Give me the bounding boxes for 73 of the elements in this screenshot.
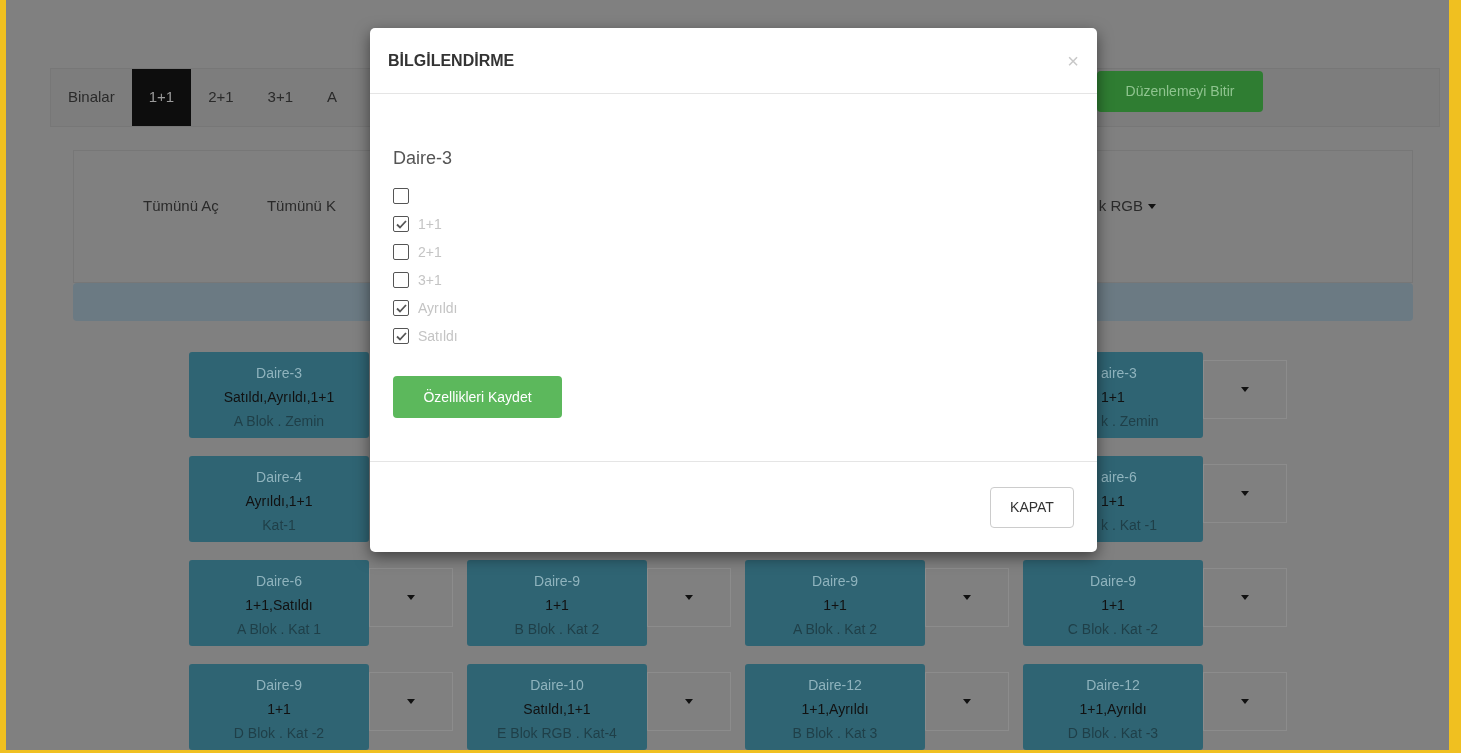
menu-button[interactable]	[925, 672, 1009, 731]
option-label: Ayrıldı	[418, 298, 458, 318]
check-icon	[395, 331, 407, 341]
apartment-title: Daire-10	[530, 676, 584, 695]
apartment-title: Daire-3	[256, 364, 302, 383]
apartment-features: 1+1	[267, 700, 291, 719]
apartment-features: Satıldı,1+1	[523, 700, 591, 719]
checkbox[interactable]	[393, 244, 409, 260]
apartment-title: Daire-9	[256, 676, 302, 695]
apartment-features: 1+1	[545, 596, 569, 615]
menu-button[interactable]	[369, 672, 453, 731]
menu-button[interactable]	[1203, 672, 1287, 731]
apartment-features: Ayrıldı,1+1	[245, 492, 313, 511]
caret-icon	[685, 595, 693, 600]
menu-button[interactable]	[925, 568, 1009, 627]
apartment-features: 1+1,Ayrıldı	[1079, 700, 1147, 719]
caret-icon	[1148, 203, 1156, 209]
caret-icon	[1241, 387, 1249, 392]
nav-tab[interactable]: 2+1	[191, 69, 251, 126]
caret-icon	[685, 699, 693, 704]
checkbox[interactable]	[393, 328, 409, 344]
apartment-features: 1+1,Ayrıldı	[801, 700, 869, 719]
apartment-title: Daire-9	[534, 572, 580, 591]
checkbox[interactable]	[393, 216, 409, 232]
menu-button[interactable]	[647, 672, 731, 731]
apartment-title: Daire-12	[1086, 676, 1140, 695]
option-label: 2+1	[418, 242, 442, 262]
caret-icon	[1241, 595, 1249, 600]
apartment-features: 1+1	[1101, 388, 1125, 407]
check-icon	[395, 219, 407, 229]
apartment-features: Satıldı,Ayrıldı,1+1	[223, 388, 335, 407]
toggle-link[interactable]: Tümünü Aç	[143, 195, 219, 218]
menu-button[interactable]	[1203, 568, 1287, 627]
finish-editing-button[interactable]: Düzenlemeyi Bitir	[1097, 70, 1263, 112]
close-button[interactable]: ×	[1067, 50, 1079, 71]
caret-icon	[1241, 699, 1249, 704]
modal-title: BİLGİLENDİRME	[388, 50, 515, 71]
apartment-features: 1+1,Satıldı	[245, 596, 313, 615]
toggle-link[interactable]: Tümünü K	[266, 195, 337, 218]
menu-button[interactable]	[1203, 464, 1287, 523]
nav-tab[interactable]: 1+1	[131, 69, 192, 126]
nav-tab[interactable]: 3+1	[250, 69, 311, 126]
option-label: 1+1	[418, 214, 442, 234]
menu-button[interactable]	[1203, 360, 1287, 419]
apartment-features: 1+1	[1101, 492, 1125, 511]
close-modal-button[interactable]: KAPAT	[990, 486, 1074, 528]
menu-button[interactable]	[369, 568, 453, 627]
apartment-title: Daire-6	[256, 572, 302, 591]
caret-icon	[963, 595, 971, 600]
apartment-title: aire-3	[1101, 364, 1137, 383]
option-label: Satıldı	[418, 326, 458, 346]
check-icon	[395, 303, 407, 313]
apartment-title: Daire-9	[1090, 572, 1136, 591]
checkbox[interactable]	[393, 300, 409, 316]
apartment-title: Daire-4	[256, 468, 302, 487]
caret-icon	[963, 699, 971, 704]
checkbox[interactable]	[393, 272, 409, 288]
nav-tab[interactable]: A	[310, 69, 355, 126]
nav-tab[interactable]: Binalar	[51, 69, 132, 126]
apartment-title: Daire-12	[808, 676, 862, 695]
apartment-title: aire-6	[1101, 468, 1137, 487]
caret-icon	[1241, 491, 1249, 496]
save-features-button[interactable]: Özellikleri Kaydet	[393, 376, 562, 418]
apartment-heading: Daire-3	[393, 147, 454, 170]
apartment-features: 1+1	[823, 596, 847, 615]
apartment-features: 1+1	[1101, 596, 1125, 615]
apartment-title: Daire-9	[812, 572, 858, 591]
caret-icon	[407, 595, 415, 600]
menu-button[interactable]	[647, 568, 731, 627]
caret-icon	[407, 699, 415, 704]
checkbox[interactable]	[393, 188, 409, 204]
option-label: 3+1	[418, 270, 442, 290]
filter-dropdown[interactable]: k RGB	[1098, 195, 1156, 218]
